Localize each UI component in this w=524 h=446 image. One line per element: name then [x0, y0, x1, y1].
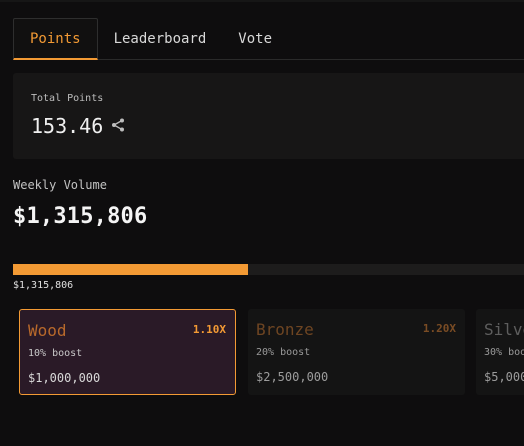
volume-progress-bar — [13, 264, 524, 275]
tier-card-bronze[interactable]: Bronze 1.20X 20% boost $2,500,000 — [248, 309, 465, 395]
tier-multiplier: 1.10X — [192, 323, 226, 336]
total-points-value: 153.46 — [31, 114, 104, 138]
tier-card-wood[interactable]: Wood 1.10X 10% boost $1,000,000 — [19, 309, 236, 395]
tab-points[interactable]: Points — [13, 18, 98, 60]
volume-progress-fill — [13, 264, 249, 275]
tier-threshold: $1,000,000 — [28, 371, 101, 385]
tier-name: Wood — [28, 321, 67, 340]
tab-leaderboard[interactable]: Leaderboard — [98, 18, 223, 60]
total-points-card: Total Points 153.46 — [13, 73, 524, 159]
tier-name: Bronze — [256, 320, 314, 339]
tier-card-silver[interactable]: Silver 30% boost $5,000,000 — [476, 309, 524, 395]
total-points-label: Total Points — [31, 93, 104, 104]
weekly-volume-value: $1,315,806 — [13, 204, 148, 229]
top-border — [0, 0, 524, 2]
tab-bar: Points Leaderboard Vote — [13, 18, 524, 60]
tab-vote[interactable]: Vote — [222, 18, 288, 60]
weekly-volume-label: Weekly Volume — [13, 178, 107, 192]
tier-boost: 20% boost — [256, 347, 311, 358]
tier-threshold: $2,500,000 — [256, 370, 329, 384]
tier-name: Silver — [484, 320, 524, 339]
tier-boost: 10% boost — [28, 348, 83, 359]
tier-threshold: $5,000,000 — [484, 370, 524, 384]
volume-progress-caption: $1,315,806 — [13, 280, 74, 291]
share-icon[interactable] — [111, 118, 125, 132]
tier-multiplier: 1.20X — [422, 322, 456, 335]
tier-boost: 30% boost — [484, 347, 524, 358]
